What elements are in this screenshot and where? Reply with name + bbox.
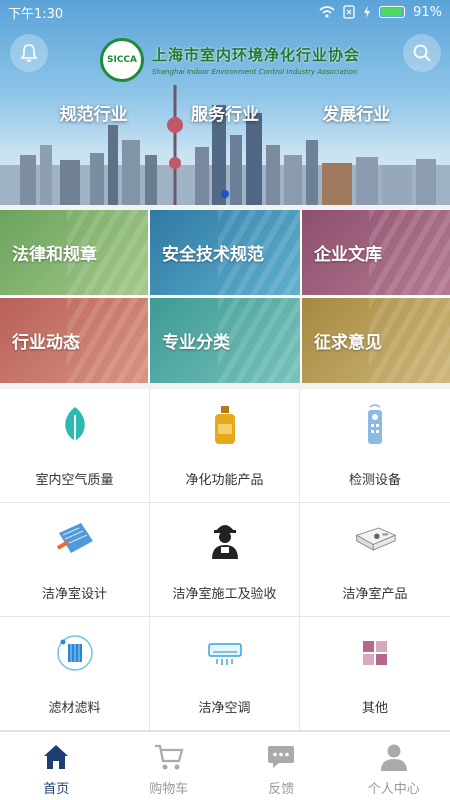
slogans: 规范行业 服务行业 发展行业 — [0, 100, 450, 125]
search-button[interactable] — [403, 34, 441, 72]
category-tile-safety-specs[interactable]: 安全技术规范 — [150, 210, 300, 295]
category-tile-laws[interactable]: 法律和规章 — [0, 210, 148, 295]
blueprint-icon — [53, 517, 97, 561]
category-tile-industry-news[interactable]: 行业动态 — [0, 298, 148, 383]
category-tiles: 法律和规章 安全技术规范 企业文库 行业动态 专业分类 征求意见 — [0, 210, 450, 383]
filter-icon — [53, 631, 97, 675]
cart-icon — [154, 742, 184, 772]
leaf-icon — [53, 403, 97, 447]
slogan: 规范行业 — [59, 105, 128, 125]
worker-icon — [203, 517, 247, 561]
header-banner[interactable]: 下午1:30 91% SICCA 上海市室内环境净化行业协会 Shanghai … — [0, 0, 450, 205]
grid-item-cleanroom-products[interactable]: 洁净室产品 — [300, 503, 450, 617]
wifi-icon — [319, 6, 335, 18]
status-bar: 下午1:30 91% — [0, 0, 450, 24]
sim-icon — [343, 5, 355, 19]
battery-level: 91% — [413, 4, 442, 20]
org-name-en: Shanghai Indoor Environment Control Indu… — [152, 68, 358, 76]
tab-profile[interactable]: 个人中心 — [338, 732, 450, 800]
search-icon — [413, 44, 431, 62]
association-seal: SICCA — [100, 38, 144, 82]
org-logo: SICCA 上海市室内环境净化行业协会 Shanghai Indoor Envi… — [100, 38, 360, 82]
carousel-dot[interactable] — [221, 190, 229, 198]
org-name-cn: 上海市室内环境净化行业协会 — [152, 46, 361, 64]
grid-item-filter-media[interactable]: 滤材滤料 — [0, 617, 150, 731]
notification-button[interactable] — [10, 34, 48, 72]
category-tile-enterprise-library[interactable]: 企业文库 — [302, 210, 450, 295]
slogan: 服务行业 — [190, 105, 259, 125]
category-tile-specialties[interactable]: 专业分类 — [150, 298, 300, 383]
grid-item-cleanroom-construction[interactable]: 洁净室施工及验收 — [150, 503, 300, 617]
chat-icon — [266, 742, 296, 772]
category-tile-consultation[interactable]: 征求意见 — [302, 298, 450, 383]
product-grid: 室内空气质量 净化功能产品 检测设备 洁净室设计 洁净室施工及验收 洁净室产品 — [0, 389, 450, 731]
slogan: 发展行业 — [322, 105, 391, 125]
carousel-indicator — [0, 190, 450, 198]
status-time: 下午1:30 — [8, 6, 64, 22]
grid-item-indoor-air[interactable]: 室内空气质量 — [0, 389, 150, 503]
person-icon — [379, 742, 409, 772]
grid-item-clean-air-conditioning[interactable]: 洁净空调 — [150, 617, 300, 731]
grid-item-other[interactable]: 其他 — [300, 617, 450, 731]
grid-icon — [353, 631, 397, 675]
bell-icon — [20, 44, 38, 62]
device-icon — [353, 517, 397, 561]
grid-item-purification-products[interactable]: 净化功能产品 — [150, 389, 300, 503]
air-conditioner-icon — [203, 631, 247, 675]
battery-icon — [379, 6, 406, 18]
bottle-icon — [203, 403, 247, 447]
tab-feedback[interactable]: 反馈 — [225, 732, 338, 800]
grid-item-testing-equipment[interactable]: 检测设备 — [300, 389, 450, 503]
remote-icon — [353, 403, 397, 447]
tab-cart[interactable]: 购物车 — [113, 732, 226, 800]
home-icon — [41, 742, 71, 772]
bottom-tab-bar: 首页 购物车 反馈 个人中心 — [0, 731, 450, 800]
charging-icon — [364, 6, 371, 18]
grid-item-cleanroom-design[interactable]: 洁净室设计 — [0, 503, 150, 617]
tab-home[interactable]: 首页 — [0, 732, 113, 800]
